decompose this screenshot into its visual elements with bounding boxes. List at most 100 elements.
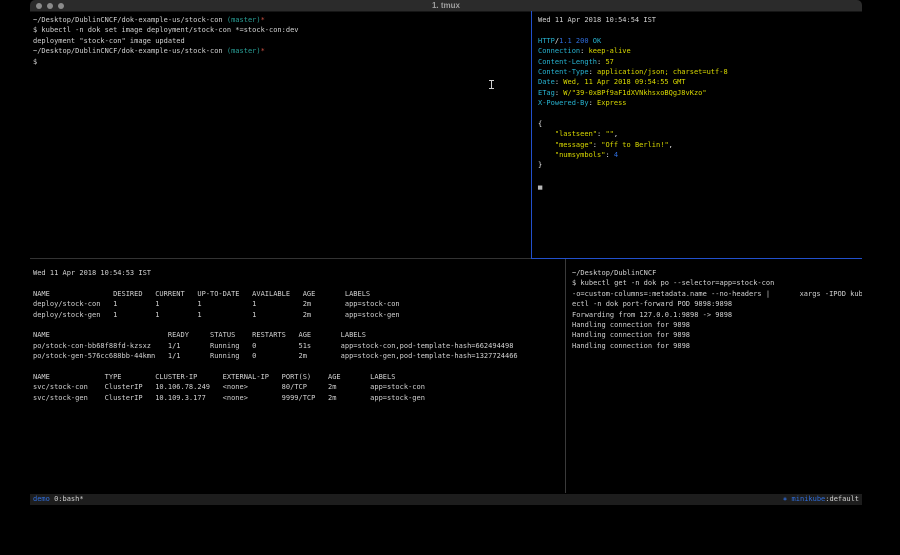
terminal-line: $: [33, 57, 531, 67]
terminal-line: $ kubectl -n dok set image deployment/st…: [33, 25, 531, 35]
text-segment: ETag: [538, 89, 555, 97]
text-segment: ,: [614, 130, 618, 138]
terminal-line: po/stock-gen-576cc688bb-44kmn 1/1 Runnin…: [33, 351, 565, 361]
terminal-line: }: [538, 160, 862, 170]
text-segment: 0:bash*: [50, 495, 84, 503]
terminal-line: [538, 109, 862, 119]
text-segment: svc/stock-con ClusterIP 10.106.78.249 <n…: [33, 383, 425, 391]
terminal-line: ▄: [538, 181, 862, 191]
terminal-line: Forwarding from 127.0.0.1:9898 -> 9898: [572, 310, 862, 320]
terminal-line: HTTP/1.1 200 OK: [538, 36, 862, 46]
text-segment: Wed, 11 Apr 2018 09:54:55 GMT: [559, 78, 685, 86]
text-segment: deployment "stock-con" image updated: [33, 37, 185, 45]
text-segment: 4: [614, 151, 618, 159]
text-segment: ectl -n dok port-forward POD 9898:9898: [572, 300, 732, 308]
text-segment: "lastseen": [555, 130, 597, 138]
text-segment: Handling connection for 9898: [572, 321, 690, 329]
text-segment: "": [605, 130, 613, 138]
terminal-line: [33, 320, 565, 330]
terminal-line: [33, 278, 565, 288]
text-segment: NAME READY STATUS RESTARTS AGE LABELS: [33, 331, 366, 339]
terminal-line: NAME DESIRED CURRENT UP-TO-DATE AVAILABL…: [33, 289, 565, 299]
text-segment: X-Powered-By: [538, 99, 589, 107]
terminal-line: Handling connection for 9898: [572, 341, 862, 351]
text-segment: ⎈ minikube: [783, 495, 825, 503]
terminal-line: "lastseen": "",: [538, 129, 862, 139]
tmux-pane-bottom-right[interactable]: ~/Desktop/DublinCNCF $ kubectl get -n dok…: [566, 259, 862, 493]
text-segment: Handling connection for 9898: [572, 342, 690, 350]
terminal-line: [538, 25, 862, 35]
terminal-line: "numsymbols": 4: [538, 150, 862, 160]
text-segment: ~/Desktop/DublinCNCF: [572, 269, 656, 277]
terminal-line: ETag: W/"39-0xBPf9aF1dXVNkhsxoBQgJ8vKzo": [538, 88, 862, 98]
text-segment: Wed 11 Apr 2018 10:54:53 IST: [33, 269, 151, 277]
text-segment: Date: [538, 78, 555, 86]
terminal-line: NAME TYPE CLUSTER-IP EXTERNAL-IP PORT(S)…: [33, 372, 565, 382]
terminal-line: ~/Desktop/DublinCNCF/dok-example-us/stoc…: [33, 15, 531, 25]
terminal-line: Handling connection for 9898: [572, 320, 862, 330]
text-segment: HTTP: [538, 37, 555, 45]
status-left-window-tab[interactable]: demo 0:bash*: [33, 494, 84, 505]
terminal-line: ~/Desktop/DublinCNCF/dok-example-us/stoc…: [33, 46, 531, 56]
text-segment: keep-alive: [584, 47, 630, 55]
text-segment: ~/Desktop/DublinCNCF/dok-example-us/stoc…: [33, 47, 227, 55]
text-segment: "Off to Berlin!": [601, 141, 668, 149]
terminal-line: deployment "stock-con" image updated: [33, 36, 531, 46]
terminal-line: deploy/stock-gen 1 1 1 1 2m app=stock-ge…: [33, 310, 565, 320]
window-title: 1. tmux: [30, 0, 862, 12]
terminal-line: {: [538, 119, 862, 129]
tmux-pane-top-right[interactable]: Wed 11 Apr 2018 10:54:54 IST HTTP/1.1 20…: [532, 12, 862, 258]
tmux-pane-bottom-left[interactable]: Wed 11 Apr 2018 10:54:53 IST NAME DESIRE…: [30, 259, 565, 493]
text-segment: Connection: [538, 47, 580, 55]
text-segment: ,: [669, 141, 673, 149]
text-segment: Content-Length: [538, 58, 597, 66]
text-segment: NAME DESIRED CURRENT UP-TO-DATE AVAILABL…: [33, 290, 370, 298]
text-segment: "message": [555, 141, 593, 149]
text-segment: deploy/stock-con 1 1 1 1 2m app=stock-co…: [33, 300, 400, 308]
text-segment: [538, 141, 555, 149]
terminal-line: X-Powered-By: Express: [538, 98, 862, 108]
text-segment: $ kubectl -n dok set image deployment/st…: [33, 26, 299, 34]
terminal-line: "message": "Off to Berlin!",: [538, 140, 862, 150]
mouse-cursor-ibeam-icon: [489, 74, 494, 93]
text-segment: :default: [825, 495, 859, 503]
text-segment: [538, 130, 555, 138]
text-segment: 57: [601, 58, 614, 66]
text-segment: Handling connection for 9898: [572, 331, 690, 339]
terminal-line: Connection: keep-alive: [538, 46, 862, 56]
terminal-line: ~/Desktop/DublinCNCF: [572, 268, 862, 278]
terminal-line: Content-Type: application/json; charset=…: [538, 67, 862, 77]
terminal-line: $ kubectl get -n dok po --selector=app=s…: [572, 278, 862, 288]
text-segment: (master): [227, 47, 261, 55]
tmux-status-bar: demo 0:bash* ⎈ minikube:default: [30, 494, 862, 505]
terminal-line: -o=custom-columns=:metadata.name --no-he…: [572, 289, 862, 299]
terminal-line: Handling connection for 9898: [572, 330, 862, 340]
text-segment: *: [261, 16, 265, 24]
terminal-line: ectl -n dok port-forward POD 9898:9898: [572, 299, 862, 309]
status-right-kube-context: ⎈ minikube:default: [783, 494, 859, 505]
text-segment: deploy/stock-gen 1 1 1 1 2m app=stock-ge…: [33, 311, 400, 319]
text-segment: application/json; charset=utf-8: [593, 68, 728, 76]
text-segment: Content-Type: [538, 68, 589, 76]
text-segment: po/stock-con-bb68f88fd-kzsxz 1/1 Running…: [33, 342, 513, 350]
terminal-line: Wed 11 Apr 2018 10:54:53 IST: [33, 268, 565, 278]
text-segment: -o=custom-columns=:metadata.name --no-he…: [572, 290, 862, 298]
text-segment: $ kubectl get -n dok po --selector=app=s…: [572, 279, 774, 287]
text-segment: $: [33, 58, 37, 66]
tmux-pane-top-left[interactable]: ~/Desktop/DublinCNCF/dok-example-us/stoc…: [30, 12, 531, 258]
text-segment: ▄: [538, 182, 542, 190]
terminal-line: po/stock-con-bb68f88fd-kzsxz 1/1 Running…: [33, 341, 565, 351]
text-segment: NAME TYPE CLUSTER-IP EXTERNAL-IP PORT(S)…: [33, 373, 395, 381]
terminal-line: NAME READY STATUS RESTARTS AGE LABELS: [33, 330, 565, 340]
text-segment: demo: [33, 495, 50, 503]
window-titlebar[interactable]: 1. tmux: [30, 0, 862, 12]
text-segment: *: [261, 47, 265, 55]
text-segment: "numsymbols": [555, 151, 606, 159]
text-segment: Forwarding from 127.0.0.1:9898 -> 9898: [572, 311, 732, 319]
text-segment: {: [538, 120, 542, 128]
text-segment: W/"39-0xBPf9aF1dXVNkhsxoBQgJ8vKzo": [559, 89, 707, 97]
text-segment: (master): [227, 16, 261, 24]
text-segment: Express: [593, 99, 627, 107]
text-segment: Wed 11 Apr 2018 10:54:54 IST: [538, 16, 656, 24]
text-segment: ~/Desktop/DublinCNCF/dok-example-us/stoc…: [33, 16, 227, 24]
